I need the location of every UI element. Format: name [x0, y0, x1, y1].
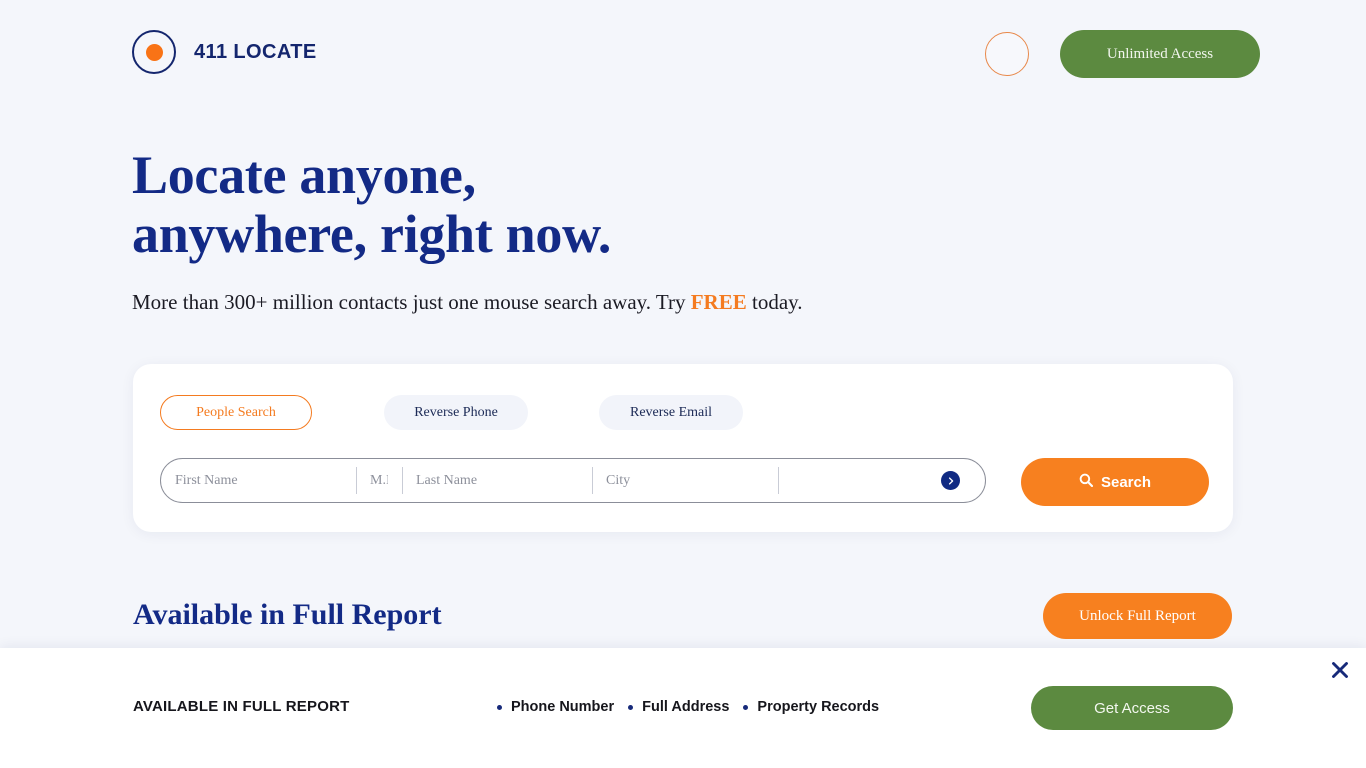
middle-initial-input[interactable] [356, 472, 402, 489]
tab-reverse-email[interactable]: Reverse Email [599, 395, 743, 430]
feature-phone-number: Phone Number [497, 699, 614, 715]
hero-subtitle-before: More than 300+ million contacts just one… [132, 290, 691, 314]
city-field[interactable] [592, 459, 778, 502]
bullet-icon [497, 704, 502, 710]
first-name-field[interactable] [161, 459, 356, 502]
headline-line-2: anywhere, right now. [132, 204, 612, 264]
search-tabs: People Search Reverse Phone Reverse Emai… [160, 395, 743, 430]
tab-people-search[interactable]: People Search [160, 395, 312, 430]
feature-label: Property Records [757, 699, 880, 715]
search-bar [160, 458, 986, 503]
avatar[interactable] [985, 32, 1029, 76]
hero-subtitle: More than 300+ million contacts just one… [132, 290, 1032, 315]
hero-subtitle-after: today. [746, 290, 803, 314]
search-card: People Search Reverse Phone Reverse Emai… [133, 364, 1233, 532]
logo-dot-icon [145, 43, 163, 61]
unlimited-access-button[interactable]: Unlimited Access [1060, 30, 1260, 78]
site-header: 411 LOCATE Unlimited Access [0, 0, 1366, 105]
hero-subtitle-free: FREE [690, 290, 747, 314]
logo-text: 411 LOCATE [194, 40, 317, 63]
first-name-input[interactable] [161, 472, 356, 489]
available-in-full-report-heading: Available in Full Report [133, 598, 442, 631]
header-actions: Unlimited Access [985, 30, 1260, 78]
bottom-bar-features: Phone Number Full Address Property Recor… [497, 699, 879, 715]
search-button[interactable]: Search [1021, 458, 1209, 506]
search-icon [1079, 473, 1094, 491]
last-name-field[interactable] [402, 459, 592, 502]
feature-property-records: Property Records [743, 699, 879, 715]
chevron-right-icon[interactable] [941, 471, 960, 490]
bottom-bar-title: AVAILABLE IN FULL REPORT [133, 698, 350, 715]
feature-full-address: Full Address [628, 699, 729, 715]
headline-line-1: Locate anyone, [132, 145, 476, 205]
unlock-full-report-button[interactable]: Unlock Full Report [1043, 593, 1232, 639]
bullet-icon [628, 704, 634, 710]
state-select-field[interactable] [778, 459, 985, 502]
page-title: Locate anyone, anywhere, right now. [132, 146, 1032, 264]
close-icon[interactable] [1327, 657, 1353, 683]
feature-label: Full Address [642, 699, 730, 715]
middle-initial-field[interactable] [356, 459, 402, 502]
search-button-label: Search [1100, 473, 1152, 491]
logo-circle-icon [132, 30, 176, 74]
city-input[interactable] [592, 472, 778, 489]
bullet-icon [743, 704, 749, 710]
last-name-input[interactable] [402, 472, 592, 489]
get-access-button[interactable]: Get Access [1031, 686, 1233, 730]
tab-reverse-phone[interactable]: Reverse Phone [384, 395, 528, 430]
hero-section: Locate anyone, anywhere, right now. More… [132, 146, 1032, 315]
feature-label: Phone Number [511, 699, 615, 715]
logo[interactable]: 411 LOCATE [132, 30, 317, 74]
